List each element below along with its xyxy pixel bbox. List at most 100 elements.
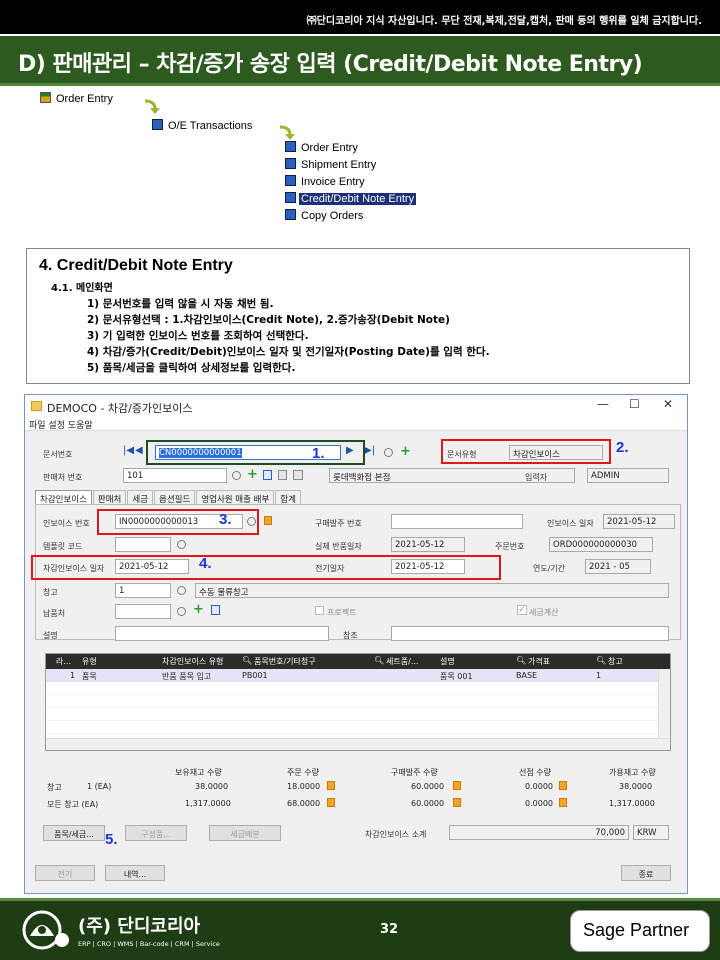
program-icon: [285, 209, 296, 220]
tree-item-label: Copy Orders: [301, 210, 364, 222]
ship-to-info-icon[interactable]: [211, 605, 220, 615]
grid-cell: 품목 001: [440, 672, 473, 681]
ship-to-input[interactable]: [115, 604, 171, 619]
close-icon[interactable]: ✕: [663, 397, 673, 411]
drilldown-icon[interactable]: [327, 798, 335, 807]
qty-on-po-label: 구매발주 수량: [391, 768, 438, 777]
summary-value: 18.0000: [287, 782, 321, 791]
template-label: 템플릿 코드: [43, 542, 83, 551]
window-title: DEMOCO - 차감/증가인보이스: [47, 402, 193, 415]
add-icon[interactable]: +: [400, 445, 411, 458]
order-no-label: 주문번호: [495, 542, 525, 551]
items-taxes-button[interactable]: 품목/세금...: [43, 825, 105, 841]
program-icon: [285, 175, 296, 186]
tree-item-shipment-entry[interactable]: Shipment Entry: [285, 158, 378, 171]
tax-distribution-button[interactable]: 세금배분: [209, 825, 281, 841]
grid-cell: 품목: [82, 672, 97, 681]
vertical-scrollbar[interactable]: [658, 669, 670, 738]
menu-bar[interactable]: 파일 설정 도움말: [25, 417, 687, 431]
qty-on-hand-label: 보유재고 수량: [175, 768, 222, 777]
instruction-line: 5) 품목/세금을 클릭하여 상세정보를 입력한다.: [87, 362, 296, 374]
summary-value: 0.0000: [525, 799, 553, 808]
horizontal-scrollbar[interactable]: [46, 738, 670, 750]
tree-item-order-entry[interactable]: Order Entry: [285, 141, 360, 154]
doc-no-label: 문서번호: [43, 450, 73, 459]
summary-row-unit: 1 (EA): [87, 782, 112, 791]
customer-info-icon[interactable]: [263, 470, 272, 480]
post-button[interactable]: 전기: [35, 865, 95, 881]
detail-grid[interactable]: 라... 유형 차감인보이스 유형 🔍︎ 품목번호/기타청구 🔍︎ 세트품/..…: [45, 653, 671, 751]
tree-item-credit-debit-note-entry[interactable]: Credit/Debit Note Entry: [285, 192, 418, 206]
statement-icon[interactable]: [293, 470, 303, 480]
search-icon[interactable]: [232, 471, 241, 480]
arrow-icon: [279, 125, 295, 140]
tree-root-label: Order Entry: [56, 93, 113, 105]
summary-value: 68.0000: [287, 799, 321, 808]
drilldown-icon[interactable]: [559, 798, 567, 807]
instruction-line: 3) 기 입력한 인보이스 번호를 조회하여 선택한다.: [87, 330, 309, 342]
grid-col-line[interactable]: 라...: [56, 656, 71, 667]
maximize-icon[interactable]: ☐: [629, 397, 640, 411]
grid-col-desc[interactable]: 설명: [440, 656, 455, 667]
sage-partner-badge: Sage Partner: [570, 910, 710, 952]
tree-item-label: Order Entry: [301, 142, 358, 154]
project-checkbox[interactable]: [315, 606, 324, 615]
search-icon[interactable]: [384, 448, 393, 457]
warehouse-input[interactable]: 1: [115, 583, 171, 598]
drilldown-icon[interactable]: [453, 798, 461, 807]
drilldown-icon[interactable]: [453, 781, 461, 790]
module-icon: [40, 92, 51, 103]
summary-value: 1,317.0000: [609, 799, 655, 808]
close-button[interactable]: 종료: [621, 865, 671, 881]
tree-level1[interactable]: O/E Transactions: [152, 119, 254, 132]
components-button[interactable]: 구성품...: [125, 825, 187, 841]
tree-root[interactable]: Order Entry: [40, 92, 115, 105]
grid-col-type[interactable]: 유형: [82, 656, 97, 667]
reference-input[interactable]: [391, 626, 669, 641]
template-input[interactable]: [115, 537, 171, 552]
grid-col-location[interactable]: 창고: [608, 656, 623, 667]
summary-value: 0.0000: [525, 782, 553, 791]
drilldown-icon[interactable]: [327, 781, 335, 790]
add-icon[interactable]: +: [247, 468, 258, 481]
currency-field: KRW: [633, 825, 669, 840]
po-label: 구매발주 번호: [315, 519, 362, 528]
copyright-notice: ㈜단디코리아 지식 자산입니다. 무단 전재,복제,전달,캡처, 판매 등의 행…: [0, 0, 720, 34]
search-icon[interactable]: [177, 586, 186, 595]
minimize-icon[interactable]: —: [597, 397, 609, 411]
customer-input[interactable]: 101: [123, 468, 227, 483]
title-banner: D) 판매관리 – 차감/증가 송장 입력 (Credit/Debit Note…: [0, 36, 720, 86]
add-icon[interactable]: +: [193, 603, 204, 616]
credit-debit-window: DEMOCO - 차감/증가인보이스 — ☐ ✕ 파일 설정 도움말 문서번호 …: [24, 394, 688, 894]
callout-5: 5.: [105, 831, 118, 848]
description-box: 4. Credit/Debit Note Entry 4.1. 메인화면 1) …: [26, 248, 690, 384]
drilldown-icon[interactable]: [559, 781, 567, 790]
summary-value: 1,317.0000: [185, 799, 231, 808]
tax-calc-checkbox[interactable]: ✓: [517, 605, 527, 615]
grid-col-price-list[interactable]: 가격표: [528, 656, 550, 667]
callout-box-3: [97, 509, 259, 535]
edit-note-icon[interactable]: [264, 516, 272, 525]
total-field: 70,000: [449, 825, 629, 840]
first-record-icon[interactable]: |◀: [123, 445, 134, 456]
notes-icon[interactable]: [278, 470, 287, 480]
table-row[interactable]: 1 품목 반품 품목 입고 PB001 품목 001 BASE 1: [46, 669, 658, 682]
table-row-empty: [46, 695, 658, 708]
history-button[interactable]: 내역...: [105, 865, 165, 881]
ship-to-label: 납품처: [43, 609, 66, 618]
search-icon[interactable]: [177, 607, 186, 616]
program-icon: [285, 192, 296, 203]
grid-col-credit-type[interactable]: 차감인보이스 유형: [162, 656, 223, 667]
section-heading: 4. Credit/Debit Note Entry: [39, 257, 233, 274]
desc-input[interactable]: [115, 626, 329, 641]
search-icon[interactable]: [177, 540, 186, 549]
grid-col-item[interactable]: 품목번호/기타청구: [254, 656, 316, 667]
tree-item-invoice-entry[interactable]: Invoice Entry: [285, 175, 367, 188]
po-input[interactable]: [391, 514, 523, 529]
tree-item-copy-orders[interactable]: Copy Orders: [285, 209, 365, 222]
prev-record-icon[interactable]: ◀: [135, 445, 143, 456]
grid-col-kit[interactable]: 세트품/...: [386, 656, 418, 667]
year-period-label: 연도/기간: [533, 564, 566, 573]
tree-item-label: Shipment Entry: [301, 159, 377, 171]
last-record-icon[interactable]: ▶|: [364, 445, 375, 456]
